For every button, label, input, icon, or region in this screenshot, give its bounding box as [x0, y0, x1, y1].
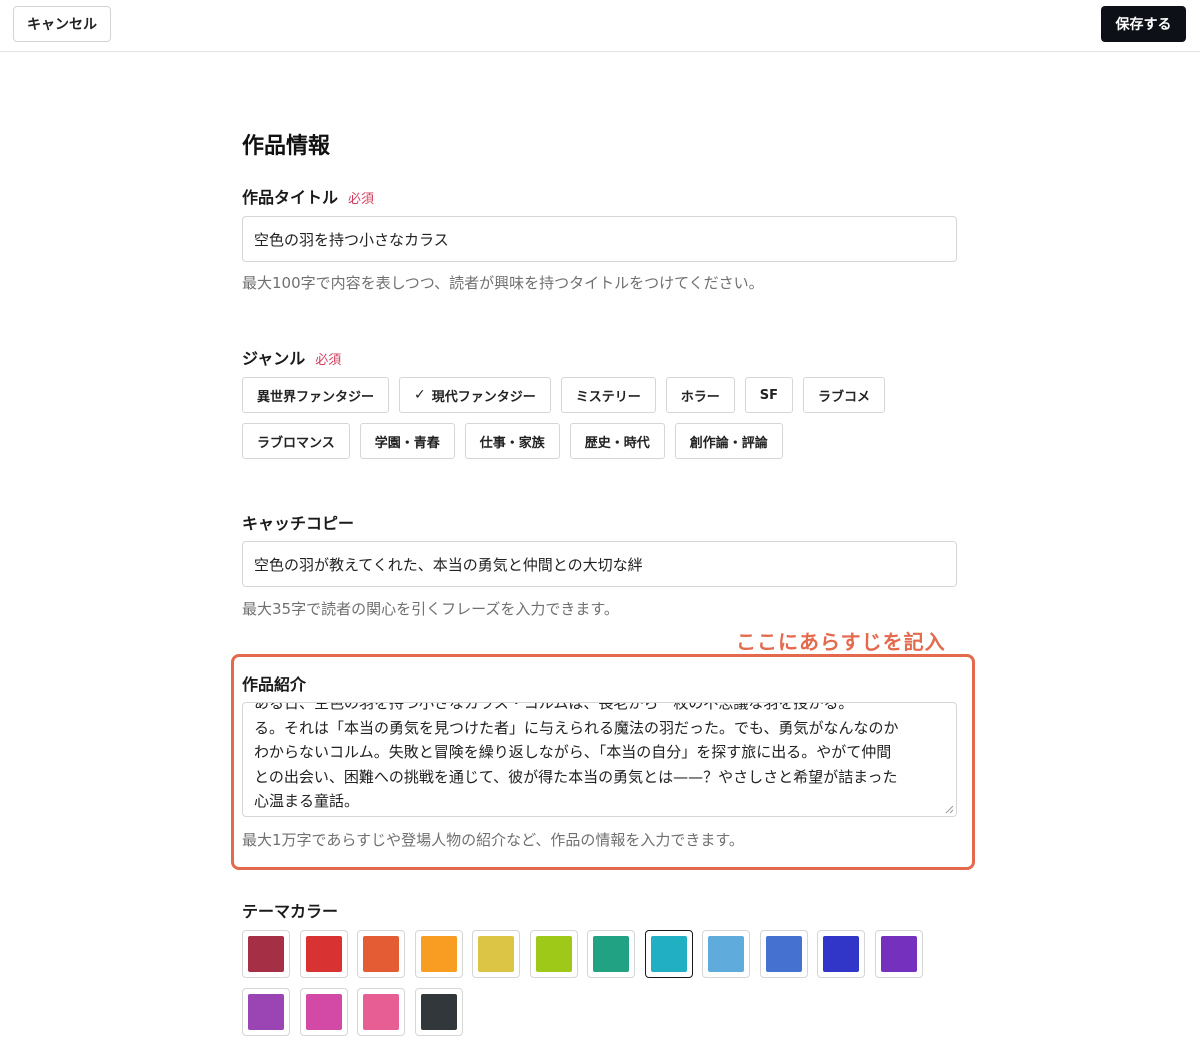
check-icon: ✓ — [414, 387, 426, 403]
color-swatch-fill — [535, 936, 572, 972]
genre-row: ラブロマンス 学園・青春 仕事・家族 歴史・時代 創作論・評論 — [242, 423, 942, 459]
color-swatch[interactable] — [529, 930, 578, 978]
theme-color-swatches — [242, 930, 962, 1046]
intro-label: 作品紹介 — [242, 675, 307, 694]
color-swatch-fill — [650, 936, 687, 972]
intro-textarea[interactable]: ある日、空色の羽を持つ小さなカラス・コルムは、長老から一枚の不思議な羽を授かる。… — [242, 702, 957, 817]
catchcopy-label-group: キャッチコピー — [242, 510, 354, 534]
color-swatch[interactable] — [759, 930, 808, 978]
genre-chip[interactable]: ホラー — [665, 377, 735, 413]
catchcopy-input[interactable]: 空色の羽が教えてくれた、本当の勇気と仲間との大切な絆 — [242, 541, 957, 587]
genre-chip[interactable]: ラブロマンス — [242, 423, 350, 459]
color-swatch-fill — [363, 994, 399, 1030]
genre-chip[interactable]: ✓ 現代ファンタジー — [399, 377, 551, 413]
color-swatch-fill — [420, 936, 457, 972]
color-swatch[interactable] — [414, 988, 463, 1036]
genre-chip[interactable]: 学園・青春 — [359, 423, 455, 459]
genre-chip[interactable]: 仕事・家族 — [464, 423, 560, 459]
genre-chips: 異世界ファンタジー ✓ 現代ファンタジー ミステリー ホラー SF ラブコメ ラブロマンス 学… — [242, 377, 942, 469]
color-swatch-fill — [248, 936, 284, 972]
genre-label: ジャンル — [242, 349, 306, 368]
genre-chip[interactable]: ミステリー — [560, 377, 656, 413]
color-swatch-fill — [593, 936, 629, 972]
color-swatch[interactable] — [874, 930, 923, 978]
intro-line: わからないコルム。失敗と冒険を繰り返しながら、「本当の自分」を探す旅に出る。やが… — [254, 743, 892, 761]
genre-chip[interactable]: ラブコメ — [803, 377, 886, 413]
color-swatch[interactable] — [472, 930, 520, 978]
resize-handle-icon[interactable] — [944, 804, 954, 814]
genre-chip-label: ミステリー — [575, 389, 641, 405]
genre-chip[interactable]: 歴史・時代 — [569, 423, 665, 459]
section-title: 作品情報 — [242, 134, 331, 159]
color-swatch-fill — [708, 936, 744, 972]
intro-line: 心温まる童話。 — [254, 792, 360, 810]
genre-chip-label: 仕事・家族 — [479, 435, 545, 451]
color-swatch-fill — [363, 936, 399, 972]
swatch-row — [242, 930, 962, 978]
genre-chip[interactable]: 創作論・評論 — [674, 423, 783, 459]
color-swatch[interactable] — [242, 988, 290, 1036]
required-badge: 必須 — [315, 353, 342, 368]
intro-label-group: 作品紹介 — [242, 671, 306, 695]
color-swatch-fill — [478, 936, 514, 972]
color-swatch[interactable] — [414, 930, 463, 978]
color-swatch-fill — [305, 936, 342, 972]
catchcopy-label: キャッチコピー — [242, 514, 355, 533]
color-swatch-fill — [420, 994, 457, 1030]
genre-chip-label: ラブロマンス — [257, 435, 335, 451]
required-badge: 必須 — [348, 192, 375, 207]
genre-chip-label: SF — [759, 387, 779, 403]
genre-chip-label: 異世界ファンタジー — [257, 389, 375, 405]
theme-label: テーマカラー — [242, 902, 339, 921]
title-hint: 最大100字で内容を表しつつ、読者が興味を持つタイトルをつけてください。 — [242, 274, 764, 292]
color-swatch[interactable] — [299, 988, 348, 1036]
annotation-text: ここにあらすじを記入 — [736, 630, 946, 654]
color-swatch[interactable] — [357, 988, 405, 1036]
save-button[interactable]: 保存する — [1101, 6, 1186, 42]
cancel-button[interactable]: キャンセル — [13, 6, 111, 42]
title-input[interactable]: 空色の羽を持つ小さなカラス — [242, 216, 957, 262]
intro-hint: 最大1万字であらすじや登場人物の紹介など、作品の情報を入力できます。 — [242, 831, 744, 849]
color-swatch[interactable] — [587, 930, 635, 978]
color-swatch-fill — [248, 994, 284, 1030]
intro-text: ある日、空色の羽を持つ小さなカラス・コルムは、長老から一枚の不思議な羽を授かる。… — [254, 702, 954, 814]
genre-row: 異世界ファンタジー ✓ 現代ファンタジー ミステリー ホラー SF ラブコメ — [242, 377, 942, 413]
color-swatch[interactable] — [644, 930, 693, 978]
color-swatch-fill — [880, 936, 917, 972]
genre-chip-label: 現代ファンタジー — [431, 389, 536, 405]
genre-chip-label: ホラー — [680, 389, 720, 405]
color-swatch[interactable] — [817, 930, 865, 978]
genre-label-group: ジャンル 必須 — [242, 345, 341, 369]
genre-chip[interactable]: SF — [744, 377, 794, 413]
intro-line: ある日、空色の羽を持つ小さなカラス・コルムは、長老から一枚の不思議な羽を授かる。 — [254, 702, 854, 712]
color-swatch[interactable] — [702, 930, 750, 978]
title-input-value: 空色の羽を持つ小さなカラス — [254, 230, 449, 249]
catchcopy-hint: 最大35字で読者の関心を引くフレーズを入力できます。 — [242, 600, 619, 618]
genre-chip-label: ラブコメ — [818, 389, 871, 405]
title-label: 作品タイトル — [242, 188, 339, 207]
color-swatch-fill — [305, 994, 342, 1030]
genre-chip-label: 創作論・評論 — [689, 435, 768, 451]
intro-line: との出会い、困難への挑戦を通じて、彼が得た本当の勇気とは——？やさしさと希望が詰… — [254, 767, 898, 786]
genre-chip-label: 歴史・時代 — [584, 435, 650, 451]
theme-label-group: テーマカラー — [242, 898, 338, 922]
top-bar: キャンセル 保存する — [0, 0, 1200, 52]
color-swatch[interactable] — [242, 930, 290, 978]
genre-chip-label: 学園・青春 — [374, 435, 440, 451]
swatch-row — [242, 988, 962, 1036]
catchcopy-input-value: 空色の羽が教えてくれた、本当の勇気と仲間との大切な絆 — [254, 555, 643, 574]
genre-chip[interactable]: 異世界ファンタジー — [242, 377, 390, 413]
title-label-group: 作品タイトル 必須 — [242, 184, 374, 208]
color-swatch[interactable] — [357, 930, 405, 978]
color-swatch[interactable] — [299, 930, 348, 978]
color-swatch-fill — [823, 936, 859, 972]
color-swatch-fill — [765, 936, 802, 972]
intro-line: る。それは「本当の勇気を見つけた者」に与えられる魔法の羽だった。でも、勇気がなん… — [254, 718, 899, 737]
